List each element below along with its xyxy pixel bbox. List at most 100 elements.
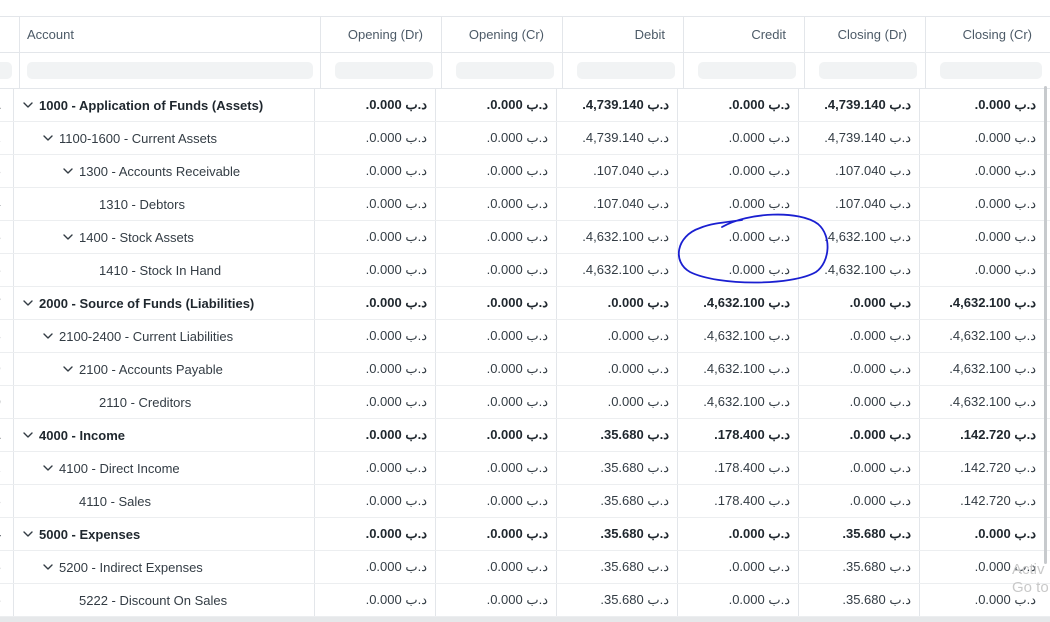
opening-cr-cell[interactable]: .0.000 د.ب	[436, 386, 557, 418]
credit-cell[interactable]: .178.400 د.ب	[678, 452, 799, 484]
closing-cr-cell[interactable]: .142.720 د.ب	[920, 485, 1044, 517]
closing-dr-cell[interactable]: .0.000 د.ب	[799, 485, 920, 517]
account-cell[interactable]: 1410 - Stock In Hand	[14, 254, 315, 286]
closing-cr-cell[interactable]: .0.000 د.ب	[920, 122, 1044, 154]
opening-cr-cell[interactable]: .0.000 د.ب	[436, 89, 557, 121]
closing-cr-cell[interactable]: .4,632.100 د.ب	[920, 353, 1044, 385]
opening-dr-cell[interactable]: .0.000 د.ب	[315, 89, 436, 121]
closing-dr-cell[interactable]: .107.040 د.ب	[799, 188, 920, 220]
chevron-down-icon[interactable]	[61, 164, 75, 178]
closing-cr-cell[interactable]: .0.000 د.ب	[920, 188, 1044, 220]
chevron-down-icon[interactable]	[21, 527, 35, 541]
account-cell[interactable]: 2110 - Creditors	[14, 386, 315, 418]
opening-cr-cell[interactable]: .0.000 د.ب	[436, 419, 557, 451]
closing-dr-cell[interactable]: .107.040 د.ب	[799, 155, 920, 187]
chevron-down-icon[interactable]	[61, 362, 75, 376]
closing-cr-cell[interactable]: .0.000 د.ب	[920, 518, 1044, 550]
table-row[interactable]: 5 1400 - Stock Assets .0.000 د.ب .0.000 …	[0, 221, 1050, 254]
opening-cr-cell[interactable]: .0.000 د.ب	[436, 485, 557, 517]
account-cell[interactable]: 4110 - Sales	[14, 485, 315, 517]
closing-dr-cell[interactable]: .0.000 د.ب	[799, 287, 920, 319]
table-row[interactable]: 4 1310 - Debtors .0.000 د.ب .0.000 د.ب .…	[0, 188, 1050, 221]
filter-input-credit[interactable]	[698, 62, 796, 79]
credit-cell[interactable]: .0.000 د.ب	[678, 518, 799, 550]
chevron-down-icon[interactable]	[61, 230, 75, 244]
closing-cr-cell[interactable]: .0.000 د.ب	[920, 155, 1044, 187]
debit-cell[interactable]: .35.680 د.ب	[557, 452, 678, 484]
column-header-opening-dr[interactable]: Opening (Dr)	[321, 17, 442, 52]
closing-cr-cell[interactable]: .0.000 د.ب	[920, 221, 1044, 253]
closing-dr-cell[interactable]: .4,739.140 د.ب	[799, 89, 920, 121]
closing-dr-cell[interactable]: .35.680 د.ب	[799, 584, 920, 616]
opening-dr-cell[interactable]: .0.000 د.ب	[315, 551, 436, 583]
credit-cell[interactable]: .0.000 د.ب	[678, 89, 799, 121]
account-cell[interactable]: 4100 - Direct Income	[14, 452, 315, 484]
filter-input-closing-cr[interactable]	[940, 62, 1042, 79]
account-cell[interactable]: 2100 - Accounts Payable	[14, 353, 315, 385]
credit-cell[interactable]: .0.000 د.ب	[678, 188, 799, 220]
opening-cr-cell[interactable]: .0.000 د.ب	[436, 452, 557, 484]
debit-cell[interactable]: .0.000 د.ب	[557, 386, 678, 418]
debit-cell[interactable]: .35.680 د.ب	[557, 485, 678, 517]
credit-cell[interactable]: .0.000 د.ب	[678, 584, 799, 616]
chevron-down-icon[interactable]	[41, 131, 55, 145]
opening-dr-cell[interactable]: .0.000 د.ب	[315, 419, 436, 451]
opening-cr-cell[interactable]: .0.000 د.ب	[436, 584, 557, 616]
table-row[interactable]: 1 4000 - Income .0.000 د.ب .0.000 د.ب .3…	[0, 419, 1050, 452]
horizontal-scrollbar[interactable]	[0, 617, 1050, 622]
chevron-down-icon[interactable]	[21, 296, 35, 310]
table-row[interactable]: 5 5200 - Indirect Expenses .0.000 د.ب .0…	[0, 551, 1050, 584]
column-header-opening-cr[interactable]: Opening (Cr)	[442, 17, 563, 52]
chevron-down-icon[interactable]	[41, 560, 55, 574]
closing-dr-cell[interactable]: .0.000 د.ب	[799, 320, 920, 352]
debit-cell[interactable]: .35.680 د.ب	[557, 551, 678, 583]
column-header-account[interactable]: Account	[20, 17, 321, 52]
opening-dr-cell[interactable]: .0.000 د.ب	[315, 122, 436, 154]
credit-cell[interactable]: .4,632.100 د.ب	[678, 386, 799, 418]
account-cell[interactable]: 1100-1600 - Current Assets	[14, 122, 315, 154]
closing-cr-cell[interactable]: .0.000 د.ب	[920, 89, 1044, 121]
credit-cell[interactable]: .0.000 د.ب	[678, 551, 799, 583]
debit-cell[interactable]: .107.040 د.ب	[557, 155, 678, 187]
table-row[interactable]: 1 1000 - Application of Funds (Assets) .…	[0, 89, 1050, 122]
opening-dr-cell[interactable]: .0.000 د.ب	[315, 188, 436, 220]
opening-cr-cell[interactable]: .0.000 د.ب	[436, 353, 557, 385]
table-row[interactable]: 8 2100-2400 - Current Liabilities .0.000…	[0, 320, 1050, 353]
credit-cell[interactable]: .0.000 د.ب	[678, 221, 799, 253]
closing-cr-cell[interactable]: .0.000 د.ب	[920, 254, 1044, 286]
credit-cell[interactable]: .0.000 د.ب	[678, 155, 799, 187]
table-row[interactable]: 2 1100-1600 - Current Assets .0.000 د.ب …	[0, 122, 1050, 155]
opening-cr-cell[interactable]: .0.000 د.ب	[436, 254, 557, 286]
credit-cell[interactable]: .178.400 د.ب	[678, 485, 799, 517]
opening-dr-cell[interactable]: .0.000 د.ب	[315, 584, 436, 616]
debit-cell[interactable]: .35.680 د.ب	[557, 584, 678, 616]
closing-dr-cell[interactable]: .4,632.100 د.ب	[799, 221, 920, 253]
opening-dr-cell[interactable]: .0.000 د.ب	[315, 386, 436, 418]
closing-dr-cell[interactable]: .0.000 د.ب	[799, 353, 920, 385]
account-cell[interactable]: 1300 - Accounts Receivable	[14, 155, 315, 187]
column-header-closing-cr[interactable]: Closing (Cr)	[926, 17, 1050, 52]
debit-cell[interactable]: .4,632.100 د.ب	[557, 254, 678, 286]
credit-cell[interactable]: .0.000 د.ب	[678, 122, 799, 154]
opening-dr-cell[interactable]: .0.000 د.ب	[315, 155, 436, 187]
debit-cell[interactable]: .0.000 د.ب	[557, 353, 678, 385]
closing-cr-cell[interactable]: .4,632.100 د.ب	[920, 287, 1044, 319]
debit-cell[interactable]: .35.680 د.ب	[557, 419, 678, 451]
account-cell[interactable]: 1000 - Application of Funds (Assets)	[14, 89, 315, 121]
opening-dr-cell[interactable]: .0.000 د.ب	[315, 353, 436, 385]
account-cell[interactable]: 4000 - Income	[14, 419, 315, 451]
filter-input[interactable]	[0, 62, 12, 79]
opening-dr-cell[interactable]: .0.000 د.ب	[315, 452, 436, 484]
opening-cr-cell[interactable]: .0.000 د.ب	[436, 221, 557, 253]
opening-cr-cell[interactable]: .0.000 د.ب	[436, 551, 557, 583]
chevron-down-icon[interactable]	[21, 428, 35, 442]
filter-input-opening-cr[interactable]	[456, 62, 554, 79]
debit-cell[interactable]: .107.040 د.ب	[557, 188, 678, 220]
filter-input-closing-dr[interactable]	[819, 62, 917, 79]
table-row[interactable]: 7 2000 - Source of Funds (Liabilities) .…	[0, 287, 1050, 320]
opening-dr-cell[interactable]: .0.000 د.ب	[315, 518, 436, 550]
filter-input-debit[interactable]	[577, 62, 675, 79]
filter-input-account[interactable]	[27, 62, 313, 79]
vertical-scrollbar[interactable]	[1044, 86, 1047, 564]
filter-input-opening-dr[interactable]	[335, 62, 433, 79]
